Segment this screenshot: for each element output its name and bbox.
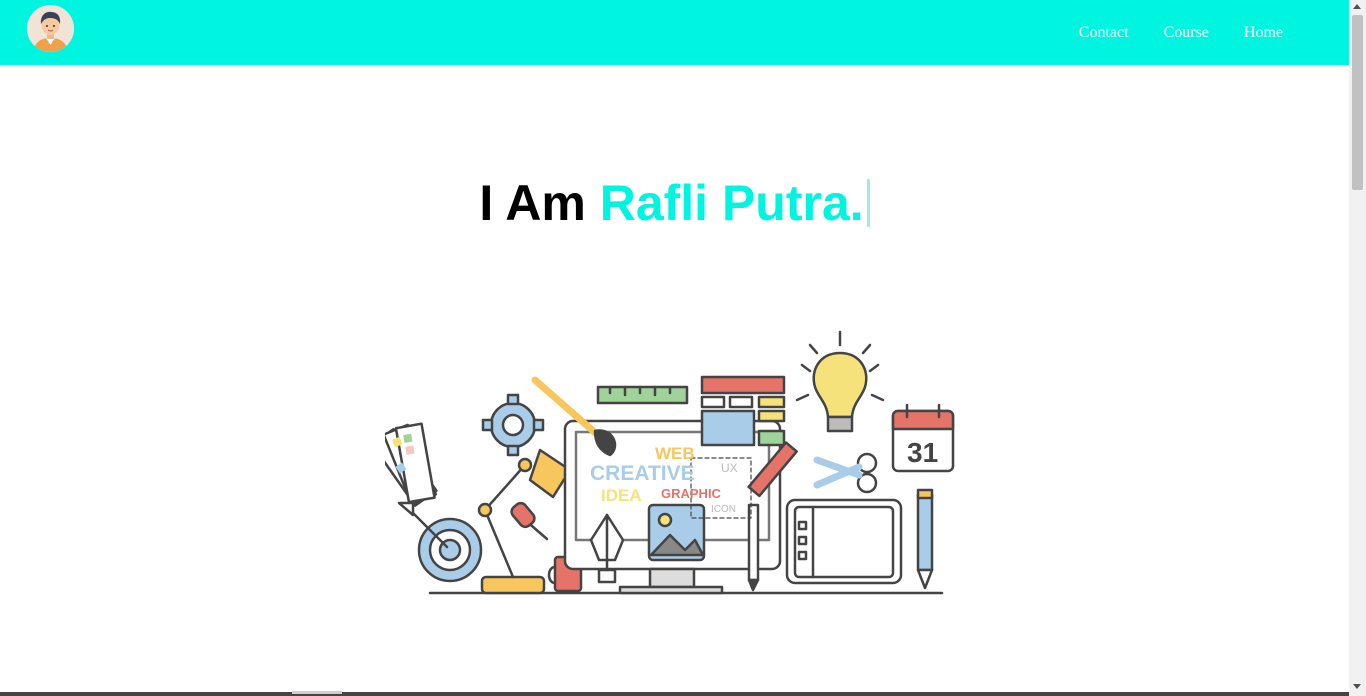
- word-web: WEB: [655, 444, 695, 463]
- calendar-day: 31: [907, 437, 938, 468]
- nav-links: Contact Course Home: [1079, 0, 1349, 65]
- layout-wireframe-icon: [700, 375, 786, 447]
- ruler-icon: [596, 385, 689, 405]
- dropper-icon: [510, 501, 549, 541]
- avatar-icon[interactable]: [27, 5, 74, 52]
- color-swatch-icon: [370, 422, 438, 507]
- hero-prefix: I Am: [479, 175, 586, 231]
- vertical-scrollbar[interactable]: [1349, 0, 1366, 696]
- nav-link-contact[interactable]: Contact: [1079, 24, 1129, 42]
- bottom-edge: [0, 692, 1349, 696]
- scrollbar-thumb[interactable]: [1352, 15, 1363, 190]
- nav-link-home[interactable]: Home: [1244, 24, 1283, 42]
- scroll-up-icon[interactable]: [1353, 4, 1361, 9]
- creative-workspace-illustration: WEB CREATIVE IDEA GRAPHIC UX ICON 31: [370, 325, 960, 605]
- word-graphic: GRAPHIC: [661, 486, 722, 501]
- target-icon: [397, 501, 483, 583]
- bottom-edge-highlight: [292, 691, 342, 694]
- navbar: Contact Course Home: [0, 0, 1349, 65]
- word-icon: ICON: [711, 504, 736, 515]
- word-idea: IDEA: [601, 486, 642, 505]
- typing-cursor: [866, 179, 870, 227]
- tablet-icon: [785, 498, 903, 585]
- scissors-icon: [813, 452, 878, 494]
- gear-icon: [481, 393, 545, 457]
- hero-heading: I Am Rafli Putra.: [0, 172, 1349, 234]
- nav-link-course[interactable]: Course: [1164, 24, 1209, 42]
- scroll-down-icon[interactable]: [1353, 684, 1361, 689]
- lightbulb-icon: [795, 330, 885, 433]
- word-creative: CREATIVE: [590, 462, 695, 485]
- hero-name: Rafli Putra.: [599, 175, 864, 231]
- word-ux: UX: [721, 461, 738, 475]
- image-icon: [647, 503, 706, 562]
- pencil-vertical-icon: [916, 488, 934, 590]
